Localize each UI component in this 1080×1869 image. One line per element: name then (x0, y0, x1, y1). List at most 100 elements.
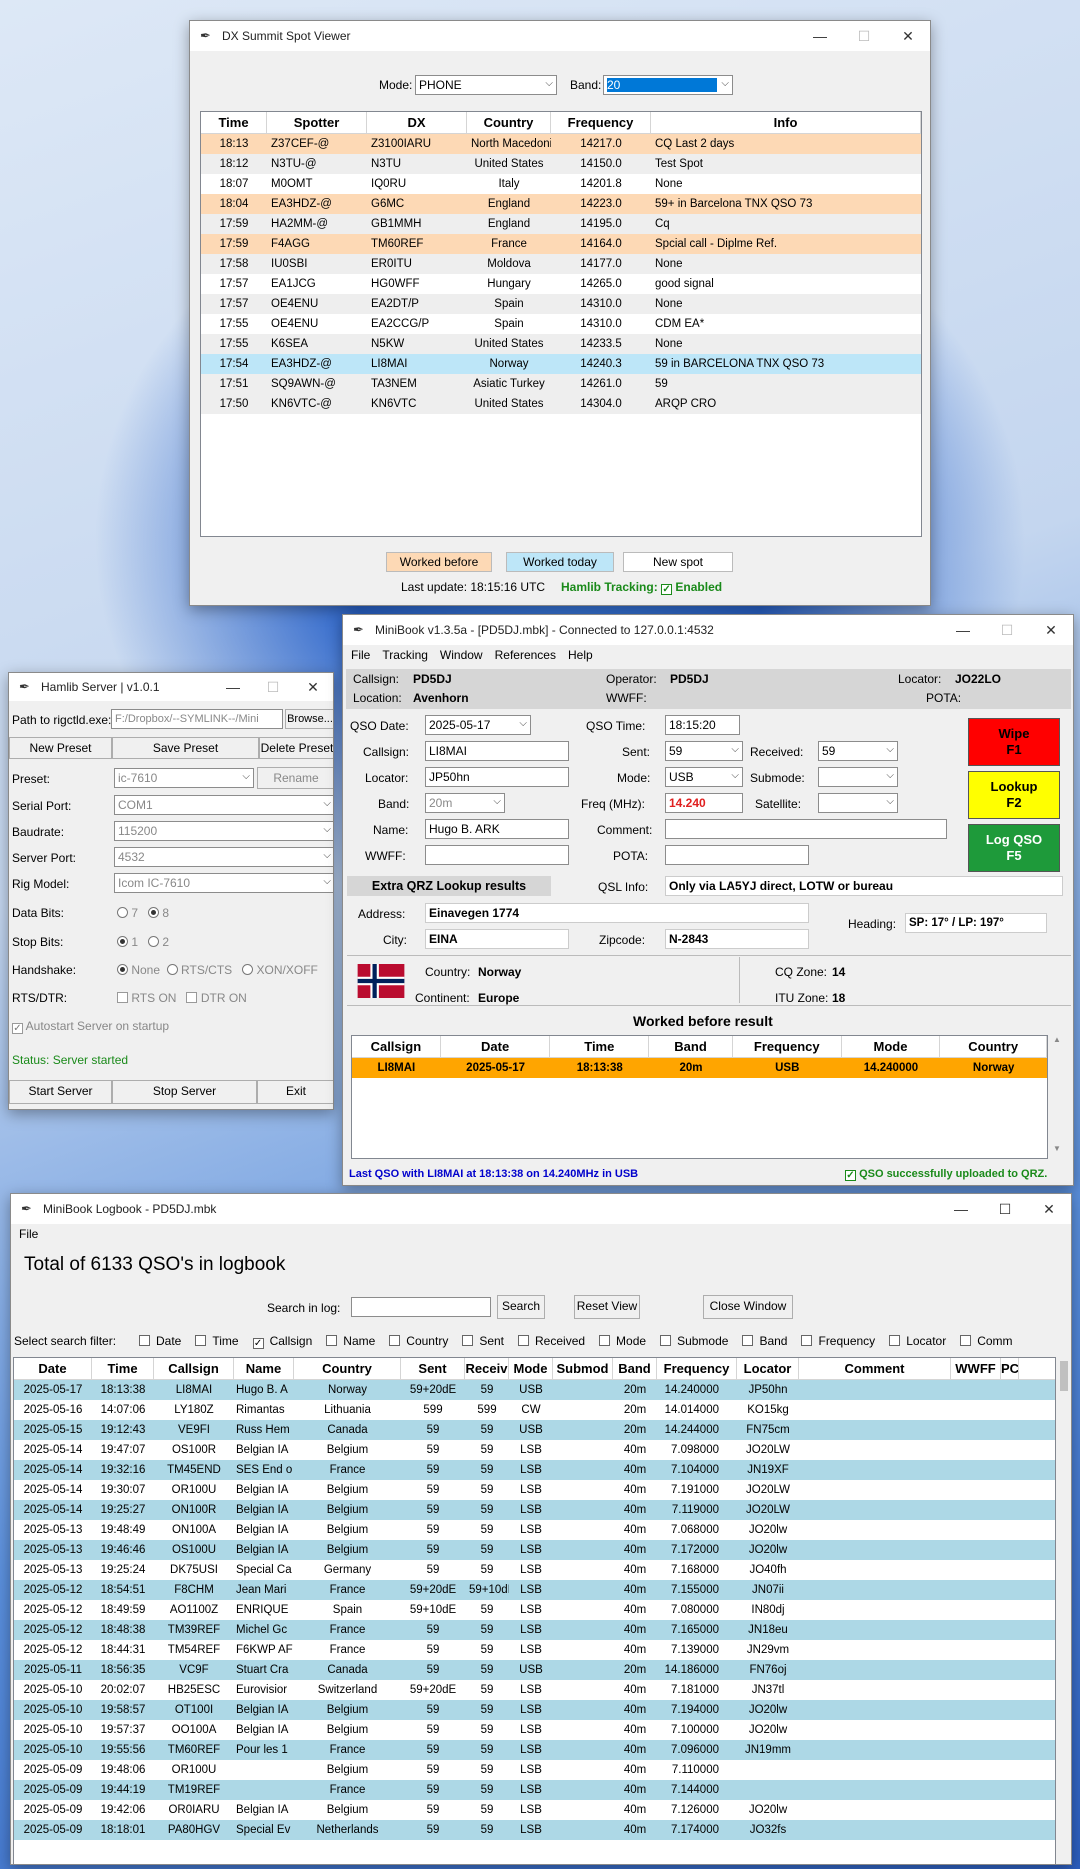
filter-time-checkbox[interactable]: Time (195, 1334, 239, 1348)
column-header[interactable]: Name (234, 1358, 294, 1379)
mode-select[interactable]: USB ⌵ (665, 767, 743, 787)
reset-view-button[interactable]: Reset View (574, 1295, 640, 1319)
spot-row[interactable]: 18:13 Z37CEF-@ Z3100IARU North Macedonia 142… (201, 134, 921, 154)
filter-mode-checkbox[interactable]: Mode (599, 1334, 646, 1348)
logbook-row[interactable]: 2025-05-13 19:48:49 ON100A Belgian IA Belgiu… (14, 1520, 1055, 1540)
spot-row[interactable]: 17:59 HA2MM-@ GB1MMH England 14195.0 Cq (201, 214, 921, 234)
minimize-icon[interactable]: — (213, 673, 253, 702)
browse-button[interactable]: Browse... (285, 709, 333, 729)
stop-server-button[interactable]: Stop Server (112, 1080, 257, 1104)
column-header[interactable]: Receiv (465, 1358, 509, 1379)
name-input[interactable]: Hugo B. ARK (425, 819, 569, 839)
save-preset-button[interactable]: Save Preset (112, 737, 259, 759)
rename-button[interactable]: Rename (257, 767, 333, 789)
column-header[interactable]: DX (367, 112, 467, 133)
radio-handshake-none[interactable] (117, 964, 128, 975)
maximize-icon[interactable]: ☐ (253, 673, 293, 702)
qso-time-input[interactable]: 18:15:20 (665, 715, 740, 735)
maximize-icon[interactable]: ☐ (985, 615, 1029, 645)
submode-select[interactable]: ⌵ (818, 767, 898, 787)
spot-row[interactable]: 18:07 M0OMT IQ0RU Italy 14201.8 None (201, 174, 921, 194)
column-header[interactable]: Mode (509, 1358, 553, 1379)
band-select[interactable]: 20m ⌵ (425, 793, 505, 813)
maximize-icon[interactable]: ☐ (983, 1194, 1027, 1224)
menu-window[interactable]: Window (440, 645, 483, 665)
minimize-icon[interactable]: — (939, 1194, 983, 1224)
lookup-button[interactable]: Lookup F2 (968, 771, 1060, 819)
column-header[interactable]: Callsign (352, 1036, 441, 1057)
menu-references[interactable]: References (495, 645, 556, 665)
column-header[interactable]: Frequency (733, 1036, 842, 1057)
close-icon[interactable]: ✕ (1027, 1194, 1071, 1224)
wwff-input[interactable] (425, 845, 569, 865)
address-value[interactable]: Einavegen 1774 (425, 903, 809, 923)
column-header[interactable]: Info (651, 112, 921, 133)
column-header[interactable]: Frequency (551, 112, 651, 133)
logbook-row[interactable]: 2025-05-11 18:56:35 VC9F Stuart Cra Canada 59… (14, 1660, 1055, 1680)
city-value[interactable]: EINA (425, 929, 569, 949)
column-header[interactable]: Locator (737, 1358, 799, 1379)
spot-row[interactable]: 17:54 EA3HDZ-@ LI8MAI Norway 14240.3 59 in BA… (201, 354, 921, 374)
spot-row[interactable]: 17:57 OE4ENU EA2DT/P Spain 14310.0 None (201, 294, 921, 314)
close-icon[interactable]: ✕ (1029, 615, 1073, 645)
logbook-row[interactable]: 2025-05-09 19:48:06 OR100U Belgium 59 59 LSB 40… (14, 1760, 1055, 1780)
column-header[interactable]: Country (467, 112, 551, 133)
close-window-button[interactable]: Close Window (703, 1295, 793, 1319)
exit-button[interactable]: Exit (257, 1080, 333, 1104)
sent-select[interactable]: 59 ⌵ (665, 741, 743, 761)
freq-input[interactable]: 14.240 (665, 793, 743, 813)
column-header[interactable]: Spotter (267, 112, 367, 133)
column-header[interactable]: PC (1001, 1358, 1019, 1379)
column-header[interactable]: Time (550, 1036, 650, 1057)
logbook-row[interactable]: 2025-05-14 19:32:16 TM45END SES End o France… (14, 1460, 1055, 1480)
scrollbar[interactable]: ▲ ▼ (1050, 1035, 1064, 1159)
filter-locator-checkbox[interactable]: Locator (889, 1334, 946, 1348)
logbook-row[interactable]: 2025-05-14 19:47:07 OS100R Belgian IA Belgiu… (14, 1440, 1055, 1460)
logbook-row[interactable]: 2025-05-10 20:02:07 HB25ESC Eurovisior Switz… (14, 1680, 1055, 1700)
logbook-row[interactable]: 2025-05-17 18:13:38 LI8MAI Hugo B. A Norway 5… (14, 1380, 1055, 1400)
menu-file[interactable]: File (19, 1224, 38, 1244)
column-header[interactable]: Country (940, 1036, 1047, 1057)
logbook-row[interactable]: 2025-05-14 19:25:27 ON100R Belgian IA Belgiu… (14, 1500, 1055, 1520)
logbook-row[interactable]: 2025-05-12 18:44:31 TM54REF F6KWP AF France 5… (14, 1640, 1055, 1660)
logbook-row[interactable]: 2025-05-10 19:58:57 OT100I Belgian IA Belgiu… (14, 1700, 1055, 1720)
qsl-info-value[interactable]: Only via LA5YJ direct, LOTW or bureau (665, 876, 1063, 896)
filter-sent-checkbox[interactable]: Sent (462, 1334, 504, 1348)
qso-date-select[interactable]: 2025-05-17 ⌵ (425, 715, 531, 735)
spot-row[interactable]: 17:58 IU0SBI ER0ITU Moldova 14177.0 None (201, 254, 921, 274)
log-qso-button[interactable]: Log QSO F5 (968, 824, 1060, 872)
received-select[interactable]: 59 ⌵ (818, 741, 898, 761)
filter-band-checkbox[interactable]: Band (742, 1334, 787, 1348)
logbook-row[interactable]: 2025-05-12 18:48:38 TM39REF Michel Gc France… (14, 1620, 1055, 1640)
logbook-row[interactable]: 2025-05-09 18:18:01 PA80HGV Special Ev Nethe… (14, 1820, 1055, 1840)
preset-select[interactable]: ic-7610 ⌵ (114, 768, 254, 788)
pota-input[interactable] (665, 845, 809, 865)
column-header[interactable]: Date (14, 1358, 92, 1379)
logbook-row[interactable]: 2025-05-10 19:55:56 TM60REF Pour les 1 Franc… (14, 1740, 1055, 1760)
column-header[interactable]: Frequency (657, 1358, 737, 1379)
spot-table[interactable]: Time Spotter DX Country Frequency Info 18:13 Z… (200, 111, 922, 537)
minibook-titlebar[interactable]: ✒ MiniBook v1.3.5a - [PD5DJ.mbk] - Conne… (343, 615, 1073, 645)
rig-model-select[interactable]: Icom IC-7610 ⌵ (114, 873, 333, 893)
spot-row[interactable]: 17:51 SQ9AWN-@ TA3NEM Asiatic Turkey 14261.0… (201, 374, 921, 394)
radio-handshake-rtscts[interactable] (166, 964, 178, 975)
filter-callsign-checkbox[interactable]: ✓ Callsign (252, 1334, 312, 1349)
serial-port-select[interactable]: COM1 ⌵ (114, 795, 333, 815)
radio-stop-bits-2[interactable] (148, 936, 160, 947)
baudrate-select[interactable]: 115200 ⌵ (114, 821, 333, 841)
search-button[interactable]: Search (497, 1295, 545, 1319)
close-icon[interactable]: ✕ (293, 673, 333, 702)
radio-data-bits-8[interactable] (148, 907, 160, 918)
logbook-row[interactable]: 2025-05-16 14:07:06 LY180Z Rimantas Lithuani… (14, 1400, 1055, 1420)
comment-input[interactable] (665, 819, 947, 839)
menu-tracking[interactable]: Tracking (382, 645, 428, 665)
rts-on-checkbox[interactable] (117, 992, 128, 1003)
logbook-row[interactable]: 2025-05-14 19:30:07 OR100U Belgian IA Belgiu… (14, 1480, 1055, 1500)
dtr-on-checkbox[interactable] (186, 992, 198, 1003)
dxsummit-titlebar[interactable]: ✒ DX Summit Spot Viewer — ☐ ✕ (190, 21, 930, 51)
logbook-row[interactable]: 2025-05-12 18:49:59 AO1100Z ENRIQUE Spain 59+… (14, 1600, 1055, 1620)
close-icon[interactable]: ✕ (886, 21, 930, 51)
spot-row[interactable]: 17:55 OE4ENU EA2CCG/P Spain 14310.0 CDM EA* (201, 314, 921, 334)
filter-submode-checkbox[interactable]: Submode (660, 1334, 728, 1348)
satellite-select[interactable]: ⌵ (818, 793, 898, 813)
